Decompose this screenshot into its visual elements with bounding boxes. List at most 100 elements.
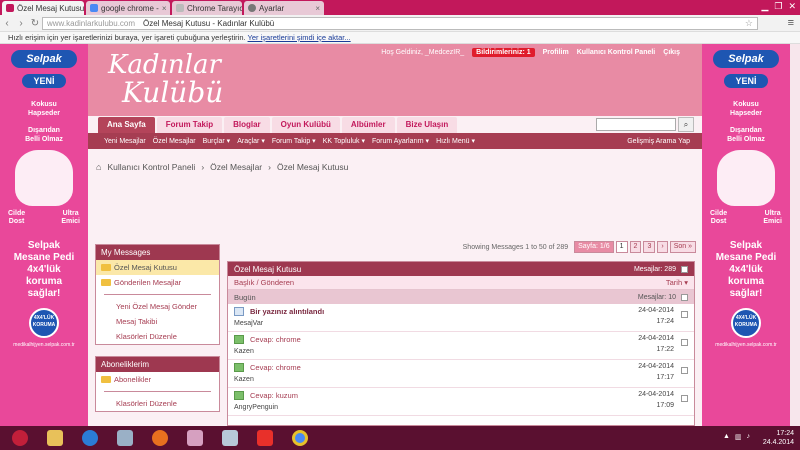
message-sender[interactable]: MesajVar	[234, 320, 263, 327]
subnav-araclar[interactable]: Araçlar ▾	[237, 137, 265, 145]
message-checkbox[interactable]	[681, 339, 688, 346]
notifications-button[interactable]: Bildirimleriniz: 1	[472, 47, 535, 57]
edit-folders-link-2[interactable]: Klasörleri Düzenle	[96, 396, 219, 411]
message-title[interactable]: Cevap: chrome	[250, 335, 301, 344]
tab-chrome-tarayici[interactable]: Chrome Tarayıcı ×	[172, 1, 242, 15]
sort-by-date[interactable]: Tarih ▾	[666, 278, 688, 287]
close-window-icon[interactable]: ✕	[788, 1, 796, 12]
back-arrow-icon[interactable]: ‹	[0, 18, 14, 29]
left-ad-banner[interactable]: Selpak YENİ Kokusu Hapseder Dışarıdan Bell…	[0, 44, 88, 426]
tab-google-chrome[interactable]: google chrome - ×	[86, 1, 170, 15]
tab-ozel-mesaj[interactable]: Özel Mesaj Kutusu ×	[2, 1, 84, 15]
internet-explorer-icon[interactable]	[75, 427, 105, 449]
message-title[interactable]: Bir yazınız alıntılandı	[250, 307, 324, 316]
message-row[interactable]: Cevap: chrome Kazen 24-04-2014 17:17	[228, 360, 694, 388]
minimize-icon[interactable]: ▁	[761, 1, 768, 12]
start-heart-icon[interactable]	[5, 427, 35, 449]
star-icon[interactable]: ☆	[745, 18, 753, 29]
chrome-icon[interactable]	[285, 427, 315, 449]
url-input[interactable]: www.kadinlarkulubu.com Özel Mesaj Kutusu…	[42, 17, 758, 30]
nav-ana-sayfa[interactable]: Ana Sayfa	[98, 117, 155, 133]
nav-bloglar[interactable]: Bloglar	[224, 117, 270, 133]
site-search-input[interactable]	[596, 118, 676, 131]
message-row[interactable]: Cevap: chrome Kazen 24-04-2014 17:22	[228, 332, 694, 360]
advanced-search-link[interactable]: Gelişmiş Arama Yap	[627, 138, 690, 145]
pad-image	[15, 150, 73, 206]
message-checkbox[interactable]	[681, 311, 688, 318]
tab-label: Chrome Tarayıcı	[187, 3, 242, 13]
site-logo[interactable]: Kadınlar Kulübü	[94, 48, 244, 109]
import-bookmarks-link[interactable]: Yer işaretlerini şimdi içe aktar...	[248, 33, 351, 42]
right-ad-banner[interactable]: Selpak YENİ Kokusu Hapseder Dışarıdan Bell…	[702, 44, 790, 426]
breadcrumb-cp[interactable]: Kullanıcı Kontrol Paneli	[107, 162, 195, 172]
group-today: Bugün Mesajlar: 10	[228, 290, 694, 304]
yandex-icon[interactable]	[250, 427, 280, 449]
folder-inbox[interactable]: Özel Mesaj Kutusu	[96, 260, 219, 275]
network-icon[interactable]: ▥	[735, 433, 742, 441]
subnav-forum-ayarlarim[interactable]: Forum Ayarlarım ▾	[372, 137, 429, 145]
message-sender[interactable]: Kazen	[234, 376, 254, 383]
search-icon[interactable]: ⌕	[678, 117, 694, 132]
subnav-hizli-menu[interactable]: Hızlı Menü ▾	[436, 137, 475, 145]
subnav-ozel-mesajlar[interactable]: Özel Mesajlar	[153, 138, 196, 145]
folder-sent[interactable]: Gönderilen Mesajlar	[96, 275, 219, 290]
message-sender[interactable]: AngryPenguin	[234, 404, 278, 411]
windows-taskbar: ▲ ▥ ♪ 17:24 24.4.2014	[0, 426, 800, 450]
nav-albumler[interactable]: Albümler	[341, 117, 395, 133]
image-viewer-icon[interactable]	[215, 427, 245, 449]
edit-folders-link[interactable]: Klasörleri Düzenle	[96, 329, 219, 344]
hamburger-menu-icon[interactable]: ≡	[788, 17, 794, 29]
breadcrumb: ⌂ Kullanıcı Kontrol Paneli › Özel Mesajl…	[96, 162, 348, 172]
nav-oyun-kulubu[interactable]: Oyun Kulübü	[271, 117, 340, 133]
message-row[interactable]: Bir yazınız alıntılandı MesajVar 24-04-2…	[228, 304, 694, 332]
group-count: Mesajlar: 10	[637, 293, 676, 301]
nav-forum-takip[interactable]: Forum Takip	[156, 117, 223, 133]
breadcrumb-pm[interactable]: Özel Mesajlar	[210, 162, 262, 172]
sort-by-title[interactable]: Başlık / Gönderen	[234, 278, 294, 287]
subnav-burclar[interactable]: Burçlar ▾	[203, 137, 231, 145]
subnav-forum-takip[interactable]: Forum Takip ▾	[272, 137, 316, 145]
last-page-button[interactable]: Son »	[669, 241, 696, 253]
reload-icon[interactable]: ↻	[28, 18, 42, 29]
tab-label: google chrome -	[101, 3, 159, 13]
message-checkbox[interactable]	[681, 395, 688, 402]
logout-link[interactable]: Çıkış	[663, 49, 680, 56]
subnav-kk-topluluk[interactable]: KK Topluluk ▾	[323, 137, 365, 145]
paint-icon[interactable]	[180, 427, 210, 449]
tab-ayarlar[interactable]: Ayarlar ×	[244, 1, 324, 15]
page-2[interactable]: 2	[629, 241, 642, 253]
group-checkbox[interactable]	[681, 293, 688, 301]
subnav-yeni-mesajlar[interactable]: Yeni Mesajlar	[104, 138, 146, 145]
page-dropdown[interactable]: Sayfa: 1/6	[574, 241, 614, 253]
nav-bize-ulasin[interactable]: Bize Ulaşın	[396, 117, 458, 133]
firefox-icon[interactable]	[145, 427, 175, 449]
maximize-icon[interactable]: ❐	[774, 1, 782, 12]
volume-icon[interactable]: ♪	[747, 433, 751, 441]
page-1[interactable]: 1	[615, 241, 628, 253]
message-row[interactable]: Cevap: kuzum AngryPenguin 24-04-2014 17:…	[228, 388, 694, 416]
home-icon[interactable]: ⌂	[96, 162, 101, 172]
page-3[interactable]: 3	[643, 241, 656, 253]
arrow-up-icon[interactable]: ▲	[723, 433, 730, 441]
file-explorer-icon[interactable]	[40, 427, 70, 449]
message-sender[interactable]: Kazen	[234, 348, 254, 355]
ad-text-2: Dışarıdan Belli Olmaz	[727, 127, 765, 143]
select-all-checkbox[interactable]	[681, 265, 688, 273]
track-link[interactable]: Mesaj Takibi	[96, 314, 219, 329]
close-icon[interactable]: ×	[159, 4, 167, 13]
folder-subscriptions[interactable]: Abonelikler	[96, 372, 219, 387]
next-page-button[interactable]: ›	[657, 241, 668, 253]
message-title[interactable]: Cevap: kuzum	[250, 391, 298, 400]
close-icon[interactable]: ×	[312, 4, 320, 13]
calculator-icon[interactable]	[110, 427, 140, 449]
message-checkbox[interactable]	[681, 367, 688, 374]
clock[interactable]: 17:24 24.4.2014	[763, 429, 794, 447]
message-time: 17:24	[656, 318, 674, 325]
forward-arrow-icon[interactable]: ›	[14, 18, 28, 29]
profile-link[interactable]: Profilim	[543, 49, 569, 56]
ad-slogan: Selpak Mesane Pedi 4x4'lük koruma sağlar!	[13, 240, 75, 299]
breadcrumb-sep: ›	[201, 162, 205, 172]
control-panel-link[interactable]: Kullanıcı Kontrol Paneli	[577, 49, 656, 56]
message-title[interactable]: Cevap: chrome	[250, 363, 301, 372]
new-pm-link[interactable]: Yeni Özel Mesaj Gönder	[96, 299, 219, 314]
